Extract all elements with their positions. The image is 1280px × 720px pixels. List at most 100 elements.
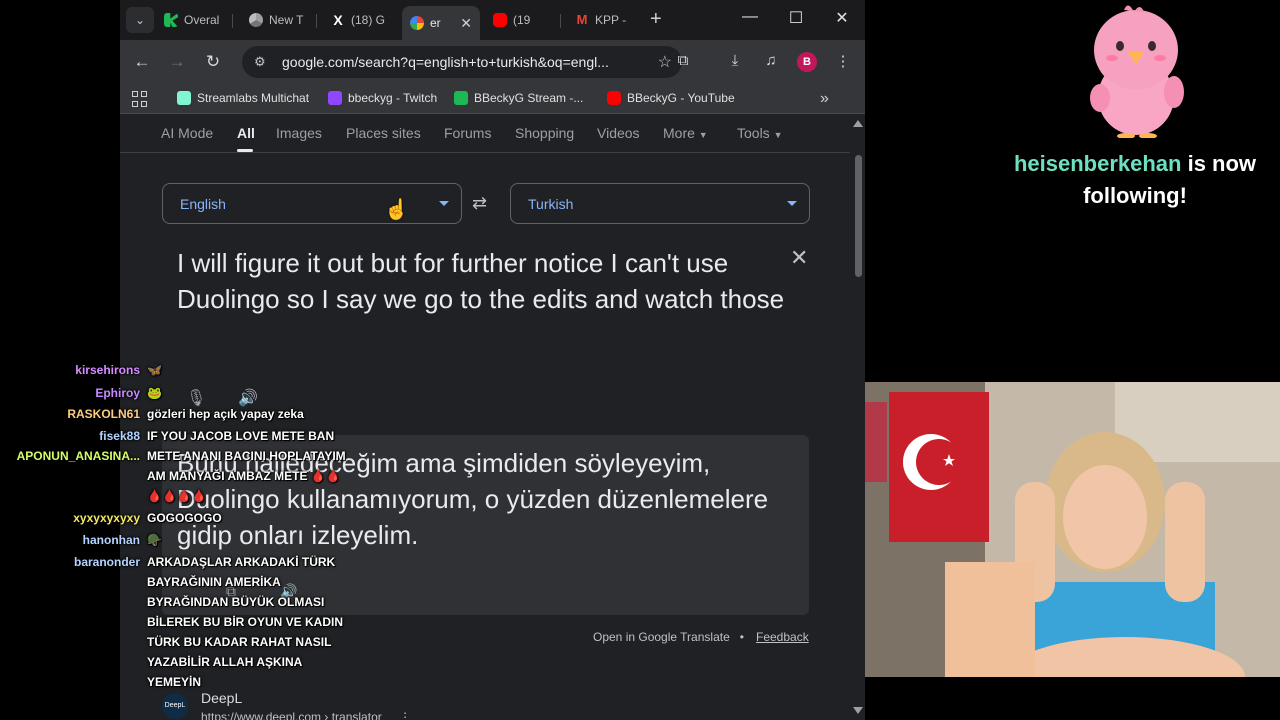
scroll-down-icon[interactable] bbox=[853, 707, 863, 714]
chat-username: fisek88 bbox=[99, 429, 140, 443]
tab-title: (19 bbox=[513, 13, 531, 27]
chat-text: IF YOU JACOB LOVE METE BAN bbox=[147, 429, 335, 443]
open-in-translate-link[interactable]: Open in Google Translate bbox=[593, 630, 730, 644]
open-translate-row: Open in Google Translate • bbox=[593, 630, 744, 644]
tab-forums[interactable]: Forums bbox=[444, 125, 491, 141]
dropdown-caret-icon: ▼ bbox=[698, 130, 708, 140]
active-tab-indicator bbox=[237, 149, 253, 152]
page-scrollbar[interactable] bbox=[851, 115, 865, 720]
tab-more-label: More bbox=[663, 125, 695, 141]
bookmark-label: Streamlabs Multichat bbox=[197, 91, 310, 105]
chat-text: 🐸 bbox=[147, 386, 162, 400]
clear-text-icon[interactable]: ✕ bbox=[790, 245, 808, 271]
tab-title: KPP - bbox=[595, 13, 627, 27]
chat-text: GOGOGOGO bbox=[147, 511, 222, 525]
tab-google-active[interactable]: er ✕ bbox=[402, 6, 480, 40]
bookmarks-bar: Streamlabs Multichat bbeckyg - Twitch BB… bbox=[120, 84, 865, 114]
tab-overal[interactable]: Overal bbox=[164, 6, 228, 34]
streamlabs-icon bbox=[177, 91, 191, 105]
url-text[interactable]: google.com/search?q=english+to+turkish&o… bbox=[282, 54, 622, 70]
twitch-icon bbox=[328, 91, 342, 105]
swap-languages-icon[interactable]: ⇄ bbox=[472, 193, 487, 214]
tab-more[interactable]: More ▼ bbox=[663, 125, 708, 141]
tab-search-button[interactable]: ⌄ bbox=[126, 7, 154, 33]
tab-new[interactable]: New T bbox=[249, 6, 311, 34]
result-url-text: https://www.deepl.com › translator bbox=[201, 710, 382, 720]
bookmark-label: bbeckyg - Twitch bbox=[348, 91, 438, 105]
chrome-icon bbox=[249, 13, 263, 27]
bookmark-label: BBeckyG Stream -... bbox=[474, 91, 584, 105]
favicon-icon bbox=[164, 13, 178, 27]
tab-gmail[interactable]: M KPP - bbox=[575, 6, 637, 34]
tab-videos[interactable]: Videos bbox=[597, 125, 640, 141]
tab-ai-mode[interactable]: AI Mode bbox=[161, 125, 213, 141]
bookmark-kick[interactable]: BBeckyG Stream -... bbox=[454, 91, 583, 105]
browser-toolbar: ← → ↻ ⚙ google.com/search?q=english+to+t… bbox=[120, 40, 865, 84]
chat-username: hanonhan bbox=[82, 533, 140, 547]
scroll-thumb[interactable] bbox=[855, 155, 862, 277]
tab-places-sites[interactable]: Places sites bbox=[346, 125, 421, 141]
maximize-button[interactable]: ☐ bbox=[781, 8, 811, 28]
result-site-name[interactable]: DeepL bbox=[201, 690, 242, 706]
tab-all[interactable]: All bbox=[237, 125, 255, 141]
reload-button[interactable]: ↻ bbox=[201, 52, 225, 72]
tab-separator bbox=[232, 14, 233, 28]
result-url[interactable]: https://www.deepl.com › translator ⋮ bbox=[201, 710, 411, 720]
more-bookmarks-icon[interactable]: » bbox=[820, 90, 829, 108]
chat-text: ARKADAŞLAR ARKADAKİ TÜRK BAYRAĞININ AMER… bbox=[147, 555, 344, 689]
tab-shopping[interactable]: Shopping bbox=[515, 125, 574, 141]
chat-username: kirsehirons bbox=[75, 363, 140, 377]
new-tab-button[interactable]: + bbox=[650, 8, 662, 30]
chat-username: RASKOLN61 bbox=[67, 407, 140, 421]
tab-x[interactable]: X (18) G bbox=[331, 6, 393, 34]
bookmark-youtube[interactable]: BBeckyG - YouTube bbox=[607, 91, 735, 105]
back-button[interactable]: ← bbox=[130, 52, 154, 72]
tab-tools[interactable]: Tools ▼ bbox=[737, 125, 783, 141]
apps-grid-icon[interactable] bbox=[132, 91, 148, 107]
feedback-link[interactable]: Feedback bbox=[756, 630, 809, 644]
site-settings-icon[interactable]: ⚙ bbox=[254, 54, 274, 70]
minimize-button[interactable]: — bbox=[735, 8, 765, 26]
webcam-feed bbox=[865, 382, 1280, 677]
chat-text: 🪖 bbox=[147, 533, 162, 547]
bullet-separator: • bbox=[739, 630, 744, 644]
follow-alert-bird-icon bbox=[1090, 5, 1184, 138]
source-language-label: English bbox=[180, 196, 226, 212]
target-language-label: Turkish bbox=[528, 196, 574, 212]
menu-icon[interactable]: ⋮ bbox=[832, 52, 854, 70]
bookmark-streamlabs[interactable]: Streamlabs Multichat bbox=[177, 91, 309, 105]
tab-youtube[interactable]: (19 bbox=[493, 6, 555, 34]
source-language-select[interactable]: English bbox=[162, 183, 462, 224]
tab-images[interactable]: Images bbox=[276, 125, 322, 141]
close-tab-icon[interactable]: ✕ bbox=[460, 15, 472, 32]
dropdown-caret-icon: ▼ bbox=[773, 130, 783, 140]
bookmark-star-icon[interactable]: ☆ bbox=[658, 52, 672, 72]
close-window-button[interactable]: ✕ bbox=[827, 8, 857, 28]
profile-avatar[interactable]: B bbox=[797, 52, 817, 72]
mouse-cursor-icon: ☝ bbox=[384, 199, 409, 221]
stream-stage: ⌄ Overal New T X (18) G er ✕ (19 M KPP -… bbox=[0, 0, 1280, 720]
dropdown-caret-icon bbox=[787, 201, 797, 206]
tab-title: Overal bbox=[184, 13, 220, 27]
bookmark-twitch[interactable]: bbeckyg - Twitch bbox=[328, 91, 437, 105]
extensions-icon[interactable]: ⧉ bbox=[672, 52, 694, 69]
chat-username: Ephiroy bbox=[95, 386, 140, 400]
gmail-icon: M bbox=[576, 12, 588, 27]
youtube-icon bbox=[493, 13, 507, 27]
chat-text: 🦋 bbox=[147, 363, 162, 377]
search-tabs: AI Mode All Images Places sites Forums S… bbox=[120, 115, 850, 153]
tab-title: er bbox=[430, 16, 441, 30]
chat-text: gözleri hep açık yapay zeka bbox=[147, 407, 304, 421]
tab-separator bbox=[560, 14, 561, 28]
source-text-input[interactable]: I will figure it out but for further not… bbox=[177, 245, 787, 317]
download-icon[interactable]: ⤓ bbox=[724, 52, 746, 69]
forward-button[interactable]: → bbox=[165, 52, 189, 72]
media-control-icon[interactable]: ♫ bbox=[760, 52, 782, 69]
target-language-select[interactable]: Turkish bbox=[510, 183, 810, 224]
more-options-icon[interactable]: ⋮ bbox=[399, 710, 411, 720]
address-bar[interactable]: ⚙ google.com/search?q=english+to+turkish… bbox=[242, 46, 682, 78]
tab-separator bbox=[316, 14, 317, 28]
deepl-logo-icon: DeepL bbox=[162, 693, 188, 719]
tab-tools-label: Tools bbox=[737, 125, 770, 141]
scroll-up-icon[interactable] bbox=[853, 120, 863, 127]
